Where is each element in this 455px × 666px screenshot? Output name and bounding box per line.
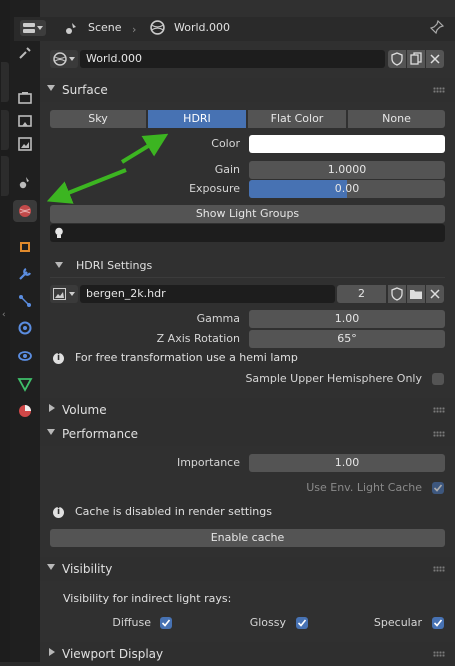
view-layer-tab-icon[interactable] bbox=[13, 133, 37, 155]
surface-panel-header[interactable]: Surface bbox=[40, 78, 455, 102]
performance-panel-header[interactable]: Performance bbox=[40, 422, 455, 446]
resize-arrow-icon[interactable]: ‹ bbox=[2, 310, 6, 320]
info-icon: i bbox=[53, 507, 64, 518]
drag-grip-icon[interactable] bbox=[433, 566, 445, 572]
info-icon: i bbox=[53, 353, 64, 364]
gamma-label: Gamma bbox=[196, 312, 240, 325]
use-env-light-cache-checkbox[interactable] bbox=[432, 482, 444, 494]
exposure-value: 0.00 bbox=[334, 182, 360, 195]
expand-arrow-icon bbox=[49, 404, 55, 412]
world-icon bbox=[150, 20, 165, 38]
exposure-slider[interactable]: 0.00 bbox=[249, 180, 445, 198]
importance-field[interactable]: 1.00 bbox=[249, 454, 445, 472]
expand-arrow-icon bbox=[49, 648, 55, 656]
object-tab-icon[interactable] bbox=[13, 236, 37, 258]
collapsed-tab[interactable] bbox=[1, 156, 9, 196]
collapsed-tab[interactable] bbox=[1, 62, 9, 102]
drag-grip-icon[interactable] bbox=[433, 407, 445, 413]
divider bbox=[50, 277, 445, 278]
gamma-field[interactable]: 1.00 bbox=[249, 310, 445, 328]
tab-none[interactable]: None bbox=[348, 110, 445, 128]
sample-upper-label: Sample Upper Hemisphere Only bbox=[245, 372, 422, 385]
scene-icon bbox=[64, 21, 78, 38]
light-bulb-icon bbox=[55, 227, 63, 238]
drag-grip-icon[interactable] bbox=[433, 651, 445, 657]
fake-user-shield-icon[interactable] bbox=[388, 285, 406, 303]
color-label: Color bbox=[211, 137, 240, 150]
world-tab-icon[interactable] bbox=[13, 200, 37, 222]
pin-icon[interactable] bbox=[429, 19, 445, 37]
tool-tab-icon[interactable] bbox=[13, 42, 37, 64]
importance-label: Importance bbox=[176, 456, 240, 469]
diffuse-label: Diffuse bbox=[112, 616, 151, 629]
drag-grip-icon[interactable] bbox=[433, 431, 445, 437]
material-tab-icon[interactable] bbox=[13, 400, 37, 422]
indirect-rays-label: Visibility for indirect light rays: bbox=[63, 592, 232, 605]
editor-type-button[interactable] bbox=[20, 20, 46, 36]
image-browse-button[interactable] bbox=[50, 285, 78, 303]
duplicate-icon[interactable] bbox=[407, 50, 425, 68]
show-light-groups-button[interactable]: Show Light Groups bbox=[50, 205, 445, 223]
physics-tab-icon[interactable] bbox=[13, 317, 37, 339]
light-group-field[interactable] bbox=[50, 224, 445, 242]
specular-checkbox[interactable] bbox=[432, 617, 444, 629]
particles-tab-icon[interactable] bbox=[13, 290, 37, 312]
open-folder-icon[interactable] bbox=[407, 285, 425, 303]
enable-cache-button[interactable]: Enable cache bbox=[50, 529, 445, 547]
tab-flat-color[interactable]: Flat Color bbox=[248, 110, 346, 128]
constraints-tab-icon[interactable] bbox=[13, 345, 37, 367]
visibility-title: Visibility bbox=[62, 562, 113, 576]
viewport-display-title: Viewport Display bbox=[62, 647, 164, 661]
scene-tab-icon[interactable] bbox=[13, 171, 37, 193]
specular-label: Specular bbox=[373, 616, 422, 629]
viewport-display-panel-header[interactable]: Viewport Display bbox=[40, 642, 455, 666]
diffuse-checkbox[interactable] bbox=[160, 617, 172, 629]
tab-sky[interactable]: Sky bbox=[50, 110, 146, 128]
gain-label: Gain bbox=[214, 163, 240, 176]
collapse-arrow-icon bbox=[55, 262, 63, 268]
volume-panel-header[interactable]: Volume bbox=[40, 398, 455, 422]
collapse-arrow-icon bbox=[47, 564, 55, 570]
glossy-checkbox[interactable] bbox=[296, 617, 308, 629]
glossy-label: Glossy bbox=[249, 616, 286, 629]
hdri-settings-header[interactable]: HDRI Settings bbox=[50, 255, 445, 275]
exposure-label: Exposure bbox=[189, 182, 240, 195]
properties-header bbox=[14, 17, 455, 41]
scene-label[interactable]: Scene bbox=[88, 21, 122, 34]
collapse-arrow-icon bbox=[47, 429, 55, 435]
z-rotation-field[interactable]: 65° bbox=[249, 330, 445, 348]
collapsed-tab[interactable] bbox=[1, 110, 9, 150]
color-swatch[interactable] bbox=[249, 135, 445, 153]
gain-field[interactable]: 1.0000 bbox=[249, 161, 445, 179]
unlink-close-icon[interactable] bbox=[426, 50, 444, 68]
data-tab-icon[interactable] bbox=[13, 373, 37, 395]
world-label[interactable]: World.000 bbox=[174, 21, 230, 34]
surface-title: Surface bbox=[62, 83, 108, 97]
render-tab-icon[interactable] bbox=[13, 87, 37, 109]
image-name-field[interactable]: bergen_2k.hdr bbox=[80, 285, 335, 303]
drag-grip-icon[interactable] bbox=[433, 87, 445, 93]
breadcrumb-separator-icon: › bbox=[132, 23, 137, 36]
world-name-field[interactable]: World.000 bbox=[80, 50, 385, 68]
volume-title: Volume bbox=[62, 403, 107, 417]
world-browse-button[interactable] bbox=[50, 50, 78, 68]
collapse-arrow-icon bbox=[47, 85, 55, 91]
modifier-tab-icon[interactable] bbox=[13, 263, 37, 285]
unlink-close-icon[interactable] bbox=[426, 285, 444, 303]
visibility-panel-header[interactable]: Visibility bbox=[40, 557, 455, 581]
image-users-count[interactable]: 2 bbox=[337, 285, 386, 303]
hdri-settings-title: HDRI Settings bbox=[76, 259, 153, 272]
use-env-light-cache-label: Use Env. Light Cache bbox=[306, 481, 422, 494]
performance-title: Performance bbox=[62, 427, 139, 441]
z-rotation-label: Z Axis Rotation bbox=[156, 332, 240, 345]
left-region-strip: ‹ bbox=[0, 0, 10, 662]
tab-hdri[interactable]: HDRI bbox=[148, 110, 246, 128]
hemi-lamp-info-text: For free transformation use a hemi lamp bbox=[75, 351, 298, 364]
cache-disabled-info-text: Cache is disabled in render settings bbox=[75, 505, 272, 518]
output-tab-icon[interactable] bbox=[13, 110, 37, 132]
sample-upper-checkbox[interactable] bbox=[432, 373, 444, 385]
fake-user-shield-icon[interactable] bbox=[388, 50, 406, 68]
